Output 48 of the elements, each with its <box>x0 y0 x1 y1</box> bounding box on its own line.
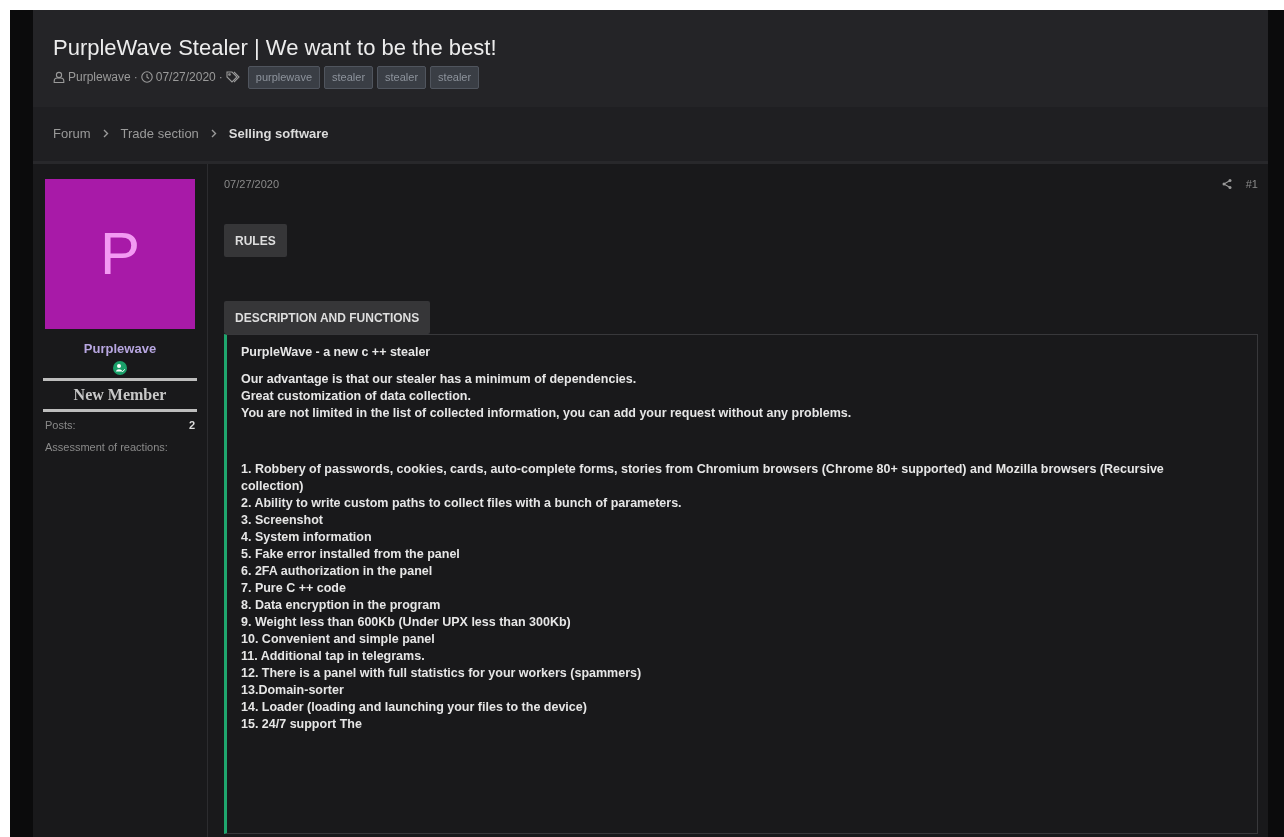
avatar: P <box>45 178 195 329</box>
post-text: 5. Fake error installed from the panel <box>241 546 461 563</box>
user-title: New Member <box>43 378 197 412</box>
stat-label: Posts: <box>45 418 76 433</box>
post-text: Great customization of data collection. <box>241 388 472 405</box>
post-text: 12. There is a panel with full statistics for your workers (spammers) <box>241 665 643 682</box>
post-text: 4. System information <box>241 529 373 546</box>
tag[interactable]: stealer <box>430 66 480 89</box>
post-text: 9. Weight less than 600Kb (Under UPX less than 300Kb) <box>241 614 572 631</box>
tag[interactable]: stealer <box>324 66 374 89</box>
tags-icon <box>225 71 242 84</box>
chevron-icon <box>102 129 109 138</box>
user-icon <box>53 71 65 84</box>
post-number-link[interactable]: #1 <box>1245 175 1258 192</box>
post-text: 8. Data encryption in the program <box>241 597 442 614</box>
post-text: 15. 24/7 support The <box>241 716 363 733</box>
post-text: 7. Pure C ++ code <box>241 580 347 597</box>
post-text: 1. Robbery of passwords, cookies, cards, auto-complete forms, stories from Chromium browsers (Chrome 80+ supported) and Mozilla browsers (Recursive collection) <box>241 461 1165 495</box>
stat-value: 2 <box>188 418 195 433</box>
clock-icon <box>140 71 153 84</box>
post-text: PurpleWave - a new c ++ stealer <box>241 344 432 361</box>
breadcrumb-link[interactable]: Forum <box>53 123 91 144</box>
post-text: 3. Screenshot <box>241 512 324 529</box>
spoiler-button[interactable]: RULES <box>224 224 287 257</box>
breadcrumb-link[interactable]: Selling software <box>228 123 329 144</box>
tag[interactable]: purplewave <box>247 66 321 89</box>
post-text: 2. Ability to write custom paths to collect files with a bunch of parameters. <box>241 495 683 512</box>
thread-title: PurpleWave Stealer | We want to be the best! <box>53 34 498 62</box>
separator-dot: · <box>218 69 223 87</box>
post-text: 13.Domain-sorter <box>241 682 345 699</box>
thread-date: 07/27/2020 <box>155 69 216 87</box>
post-text: 14. Loader (loading and launching your files to the device) <box>241 699 588 716</box>
tag[interactable]: stealer <box>377 66 427 89</box>
spoiler-button[interactable]: DESCRIPTION AND FUNCTIONS <box>224 301 431 334</box>
post-text: Our advantage is that our stealer has a minimum of dependencies. <box>241 371 638 388</box>
separator-dot: · <box>133 69 138 87</box>
share-icon[interactable] <box>1221 178 1232 189</box>
post-date: 07/27/2020 <box>224 176 280 192</box>
breadcrumb-link[interactable]: Trade section <box>120 123 199 144</box>
post-text: 10. Convenient and simple panel <box>241 631 436 648</box>
username-link[interactable]: Purplewave <box>83 338 157 358</box>
chevron-icon <box>210 129 217 138</box>
stat-label: Assessment of reactions: <box>45 439 168 455</box>
author-link[interactable]: Purplewave <box>68 68 131 87</box>
post-text: 6. 2FA authorization in the panel <box>241 563 434 580</box>
post-text: 11. Additional tap in telegrams. <box>241 648 426 665</box>
user-badge-icon <box>113 361 127 375</box>
post-text: You are not limited in the list of collected information, you can add your request without any problems. <box>241 405 853 422</box>
